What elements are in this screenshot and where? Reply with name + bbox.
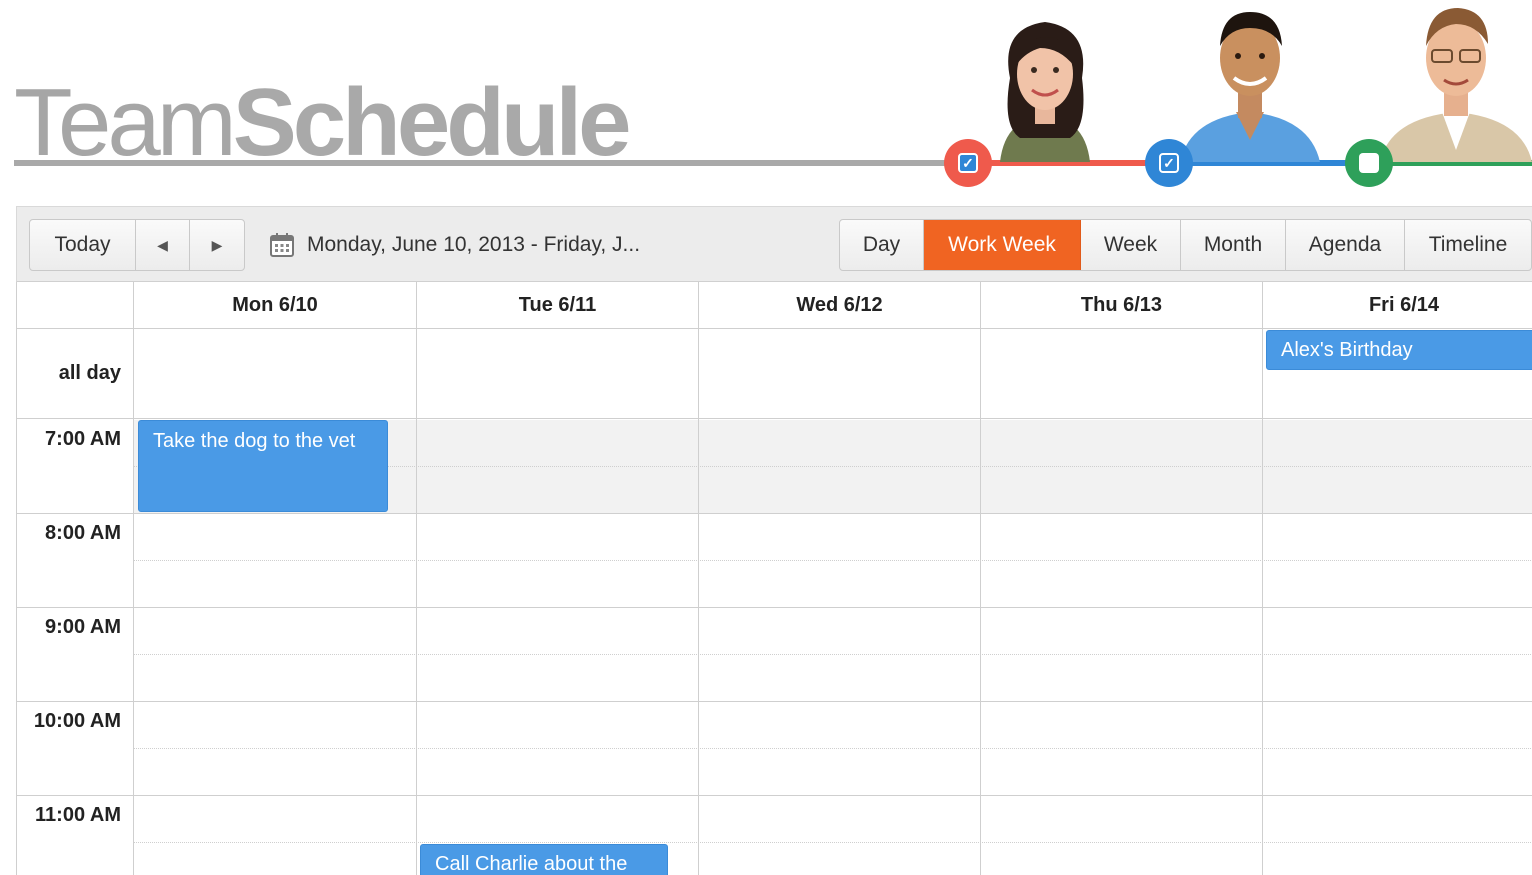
event-call-charlie[interactable]: Call Charlie about the bbox=[420, 844, 668, 875]
grid-line bbox=[17, 607, 1532, 608]
grid-column-line bbox=[133, 282, 134, 875]
next-button[interactable]: ▶ bbox=[190, 220, 244, 270]
day-header-wed[interactable]: Wed 6/12 bbox=[699, 282, 980, 328]
date-range-text: Monday, June 10, 2013 - Friday, J... bbox=[307, 233, 641, 256]
grid-line bbox=[17, 513, 1532, 514]
view-timeline-button[interactable]: Timeline bbox=[1405, 220, 1531, 270]
grid-column-line bbox=[1262, 282, 1263, 875]
grid-line-half bbox=[134, 654, 1532, 655]
date-range-picker[interactable]: Monday, June 10, 2013 - Friday, J... bbox=[269, 219, 640, 271]
view-agenda-button[interactable]: Agenda bbox=[1286, 220, 1405, 270]
checkbox-unchecked-icon bbox=[1359, 153, 1379, 173]
calendar-icon bbox=[270, 233, 294, 257]
triangle-right-icon: ▶ bbox=[211, 236, 223, 253]
grid-line-half bbox=[134, 748, 1532, 749]
navigation-group: Today ◀ ▶ bbox=[29, 219, 245, 271]
grid-line bbox=[17, 328, 1532, 329]
event-alex-birthday[interactable]: Alex's Birthday bbox=[1266, 330, 1532, 370]
event-dog-vet[interactable]: Take the dog to the vet bbox=[138, 420, 388, 512]
grid-line bbox=[17, 795, 1532, 796]
man-glasses-avatar bbox=[1380, 0, 1532, 162]
woman-avatar bbox=[960, 8, 1130, 162]
person-toggle-blue[interactable]: ✓ bbox=[1145, 139, 1193, 187]
time-label: 8:00 AM bbox=[45, 522, 121, 544]
grid-line-half bbox=[134, 842, 1532, 843]
all-day-label: all day bbox=[58, 362, 121, 384]
logo-underline bbox=[14, 160, 954, 166]
person-toggle-red[interactable]: ✓ bbox=[944, 139, 992, 187]
person-toggle-green[interactable] bbox=[1345, 139, 1393, 187]
day-header-thu[interactable]: Thu 6/13 bbox=[981, 282, 1262, 328]
day-header-fri[interactable]: Fri 6/14 bbox=[1263, 282, 1532, 328]
view-workweek-button[interactable]: Work Week bbox=[924, 220, 1081, 270]
man-avatar bbox=[1160, 0, 1340, 162]
previous-button[interactable]: ◀ bbox=[136, 220, 190, 270]
day-header-mon[interactable]: Mon 6/10 bbox=[134, 282, 416, 328]
time-label: 7:00 AM bbox=[45, 428, 121, 450]
grid-line bbox=[17, 701, 1532, 702]
view-switcher: Day Work Week Week Month Agenda Timeline bbox=[839, 219, 1532, 271]
grid-line-half bbox=[134, 560, 1532, 561]
view-month-button[interactable]: Month bbox=[1181, 220, 1286, 270]
grid-column-line bbox=[416, 282, 417, 875]
view-week-button[interactable]: Week bbox=[1081, 220, 1181, 270]
calendar-grid: Mon 6/10 Tue 6/11 Wed 6/12 Thu 6/13 Fri … bbox=[16, 282, 1532, 875]
time-label: 11:00 AM bbox=[35, 804, 121, 826]
view-day-button[interactable]: Day bbox=[840, 220, 924, 270]
triangle-left-icon: ◀ bbox=[157, 236, 168, 253]
grid-column-line bbox=[980, 282, 981, 875]
calendar-toolbar: Today ◀ ▶ Monday, June 10, 2013 - Friday… bbox=[16, 206, 1532, 282]
today-button[interactable]: Today bbox=[30, 220, 136, 270]
day-header-tue[interactable]: Tue 6/11 bbox=[417, 282, 698, 328]
checkbox-checked-icon: ✓ bbox=[958, 153, 978, 173]
time-label: 10:00 AM bbox=[33, 710, 121, 732]
checkbox-checked-icon: ✓ bbox=[1159, 153, 1179, 173]
time-label: 9:00 AM bbox=[45, 616, 121, 638]
grid-line bbox=[17, 418, 1532, 419]
app-logo: TeamSchedule bbox=[14, 75, 632, 171]
grid-column-line bbox=[698, 282, 699, 875]
